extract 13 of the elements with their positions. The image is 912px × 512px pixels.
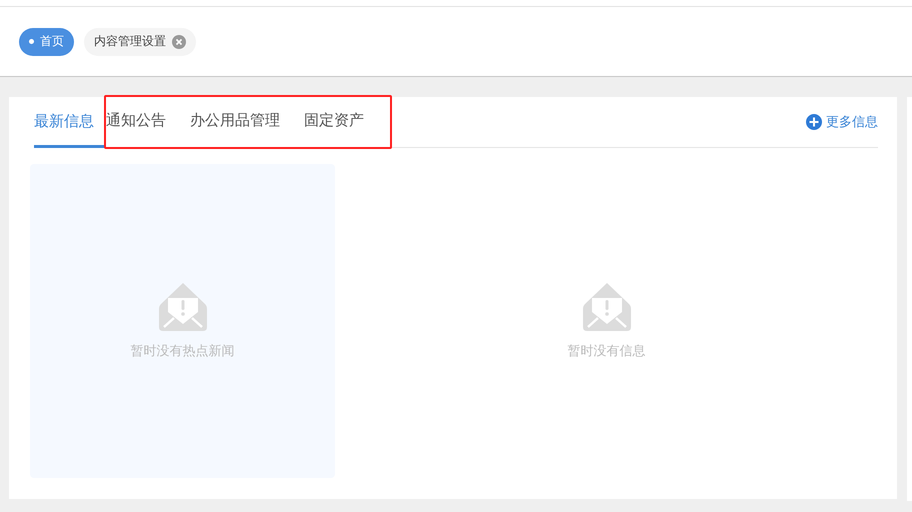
mail-warning-icon xyxy=(158,282,208,332)
tab[interactable]: 最新信息 xyxy=(34,97,106,148)
tab[interactable]: 办公用品管理 xyxy=(178,97,292,147)
empty-message: 暂时没有信息 xyxy=(568,343,646,360)
add-icon[interactable] xyxy=(806,114,822,130)
empty-message: 暂时没有热点新闻 xyxy=(130,343,234,360)
more-link[interactable]: 更多信息 xyxy=(806,97,878,147)
more-link-text[interactable]: 更多信息 xyxy=(826,113,878,131)
tab[interactable]: 固定资产 xyxy=(292,97,376,147)
close-icon[interactable] xyxy=(172,34,186,48)
tab[interactable]: 通知公告 xyxy=(106,97,178,147)
page-tab[interactable]: 内容管理设置 xyxy=(84,28,196,56)
mail-warning-icon xyxy=(582,282,632,332)
